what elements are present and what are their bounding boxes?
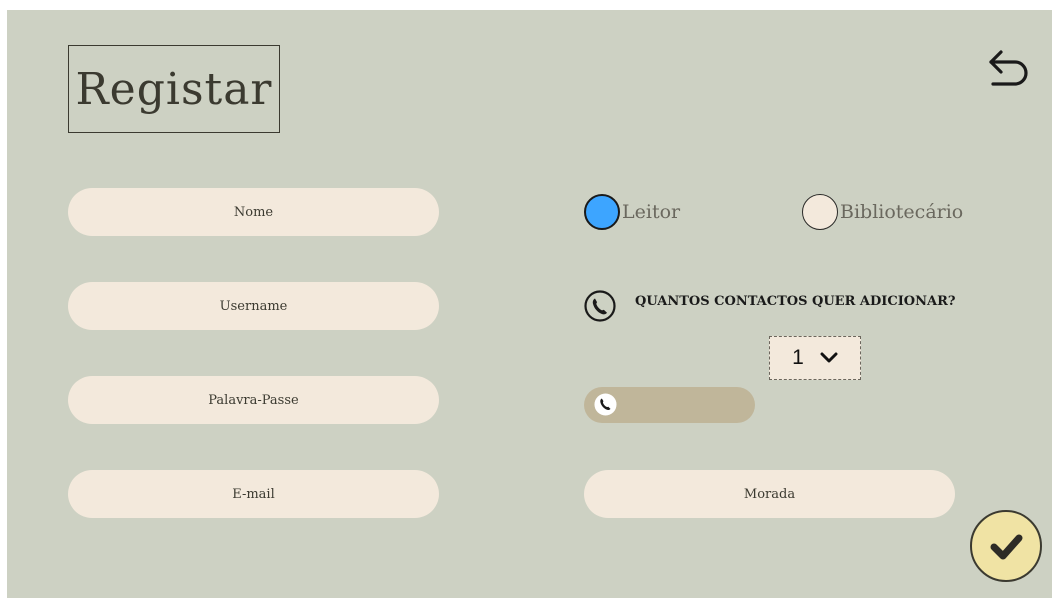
radio-unselected[interactable] [802,194,838,230]
role-label-bibliotecario: Bibliotecário [840,201,964,223]
chevron-down-icon [820,352,838,363]
contact-phone-field[interactable] [584,387,755,423]
email-placeholder: E-mail [232,486,275,502]
morada-field[interactable]: Morada [584,470,955,518]
page-title-box: Registar [68,45,280,133]
back-button[interactable] [985,46,1031,94]
phone-icon [584,290,616,322]
contacts-count-select[interactable]: 1 [769,336,861,380]
phone-icon [594,393,617,416]
nome-placeholder: Nome [233,204,274,220]
password-placeholder: Palavra-Passe [208,392,299,408]
role-label-leitor: Leitor [622,201,681,223]
role-option-leitor[interactable]: Leitor [584,194,680,230]
password-field[interactable]: Palavra-Passe [68,376,439,424]
contacts-count-value: 1 [792,346,804,369]
register-screen: Registar Nome Username Palavra-Passe E-m… [7,10,1052,598]
username-field[interactable]: Username [68,282,439,330]
morada-placeholder: Morada [743,486,796,502]
contacts-question: QUANTOS CONTACTOS QUER ADICIONAR? [635,294,956,309]
undo-arrow-icon [989,50,1028,86]
nome-field[interactable]: Nome [68,188,439,236]
page-title: Registar [75,63,273,115]
role-option-bibliotecario[interactable]: Bibliotecário [802,194,963,230]
confirm-button[interactable] [970,510,1042,582]
checkmark-icon [990,534,1023,560]
email-field[interactable]: E-mail [68,470,439,518]
radio-selected[interactable] [584,194,620,230]
username-placeholder: Username [219,298,288,314]
